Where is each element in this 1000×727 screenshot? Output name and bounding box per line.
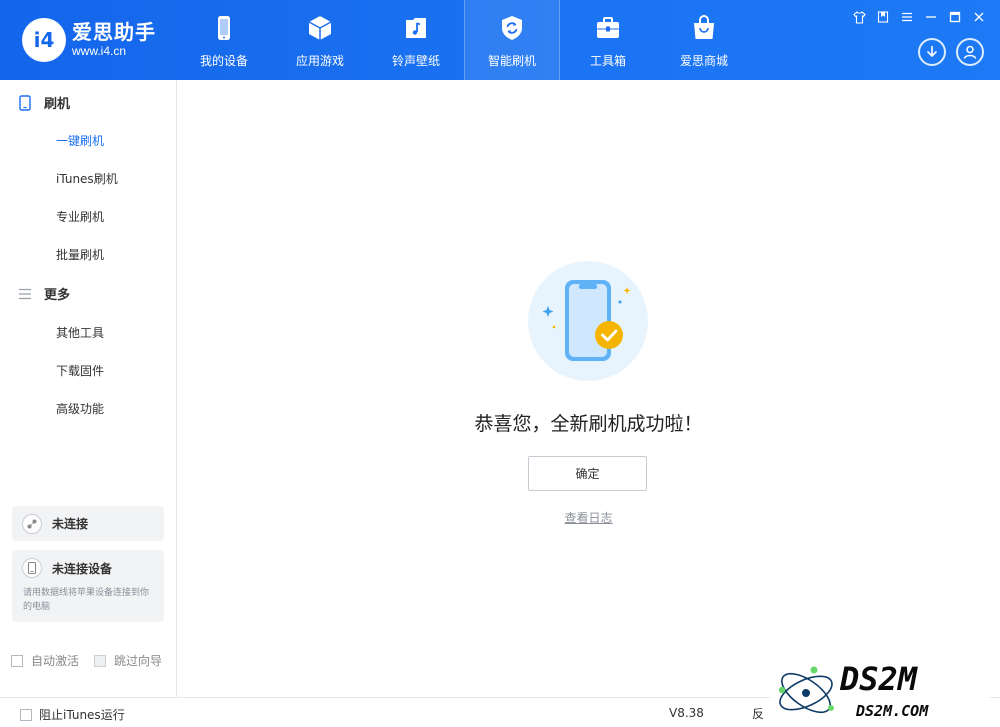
block-itunes-label: 阻止iTunes运行 <box>39 708 125 722</box>
minimize-icon[interactable] <box>922 8 940 26</box>
sidebar-item-one-click-flash[interactable]: 一键刷机 <box>56 132 104 149</box>
user-icon[interactable] <box>956 38 984 66</box>
device-icon <box>22 558 42 578</box>
connection-status: 未连接 <box>52 517 89 531</box>
phone-outline-icon <box>19 94 31 111</box>
auto-activate-label: 自动激活 <box>31 654 80 668</box>
maximize-icon[interactable] <box>946 8 964 26</box>
ds2m-watermark-logo: DS2M DS2M.COM <box>770 656 990 724</box>
nav-label: 工具箱 <box>589 54 626 68</box>
main-panel: 恭喜您，全新刷机成功啦！ 确定 查看日志 <box>177 80 1000 697</box>
sidebar-item-advanced[interactable]: 高级功能 <box>56 400 104 417</box>
nav-label: 应用游戏 <box>295 54 344 68</box>
sidebar-item-itunes-flash[interactable]: iTunes刷机 <box>56 170 118 187</box>
block-itunes-checkbox[interactable]: 阻止iTunes运行 <box>20 706 125 723</box>
device-status: 未连接设备 <box>52 561 113 576</box>
header-actions <box>918 38 984 66</box>
phone-success-icon <box>542 280 631 361</box>
refresh-shield-icon <box>502 16 522 40</box>
download-icon[interactable] <box>918 38 946 66</box>
cube-icon <box>308 16 332 40</box>
watermark-brand: DS2M <box>839 660 919 698</box>
window-controls <box>850 8 988 26</box>
top-bar: i4 爱思助手 www.i4.cn 我的设备 应用游戏 铃声壁纸 智能刷机 工具… <box>0 0 1000 80</box>
skip-guide-label: 跳过向导 <box>114 654 163 668</box>
nav-smart-flash[interactable]: 智能刷机 <box>464 0 560 80</box>
checkbox-box <box>20 708 32 721</box>
nav-apps-games[interactable]: 应用游戏 <box>272 0 368 80</box>
bookmark-icon[interactable] <box>874 8 892 26</box>
nav-label: 智能刷机 <box>487 54 536 68</box>
footer-truncated-text[interactable]: 反 <box>752 705 764 722</box>
shopping-bag-icon <box>694 15 714 39</box>
app-logo: i4 爱思助手 www.i4.cn <box>22 18 156 62</box>
app-name: 爱思助手 <box>72 20 156 44</box>
checkbox-box <box>94 654 106 667</box>
watermark-domain: DS2M.COM <box>855 702 929 720</box>
phone-icon <box>218 16 230 40</box>
logo-mark: i4 <box>22 18 66 62</box>
nav-my-device[interactable]: 我的设备 <box>176 0 272 80</box>
sidebar-item-download-firmware[interactable]: 下载固件 <box>56 362 104 379</box>
device-status-card: 未连接设备 请用数据线将苹果设备连接到你的电脑 <box>12 550 164 622</box>
nav-label: 爱思商城 <box>679 54 728 68</box>
checkbox-box <box>11 654 23 667</box>
disconnected-icon <box>22 513 42 534</box>
nav-toolbox[interactable]: 工具箱 <box>560 0 656 80</box>
music-file-icon <box>406 18 426 38</box>
sidebar-section-more[interactable]: 更多 <box>18 284 70 303</box>
sidebar-item-pro-flash[interactable]: 专业刷机 <box>56 208 104 225</box>
sidebar: 刷机 一键刷机 iTunes刷机 专业刷机 批量刷机 更多 其他工具 下载固件 … <box>0 80 177 697</box>
shirt-icon[interactable] <box>850 8 868 26</box>
confirm-button[interactable]: 确定 <box>528 456 647 491</box>
device-status-hint: 请用数据线将苹果设备连接到你的电脑 <box>23 588 150 612</box>
nav-store[interactable]: 爱思商城 <box>656 0 752 80</box>
close-icon[interactable] <box>970 8 988 26</box>
app-url: www.i4.cn <box>72 44 127 58</box>
view-log-link[interactable]: 查看日志 <box>177 509 1000 526</box>
connection-status-card: 未连接 <box>12 506 164 541</box>
list-icon[interactable] <box>898 8 916 26</box>
toolbox-icon <box>597 17 619 38</box>
sidebar-section-label: 更多 <box>44 288 71 303</box>
success-illustration <box>528 261 648 381</box>
menu-icon <box>19 288 31 299</box>
version-label: V8.38 <box>669 706 704 720</box>
main-nav: 我的设备 应用游戏 铃声壁纸 智能刷机 工具箱 爱思商城 <box>176 0 752 80</box>
sidebar-item-batch-flash[interactable]: 批量刷机 <box>56 246 104 263</box>
success-message: 恭喜您，全新刷机成功啦！ <box>474 413 703 435</box>
sidebar-item-other-tools[interactable]: 其他工具 <box>56 324 104 341</box>
skip-guide-checkbox[interactable]: 跳过向导 <box>94 652 162 669</box>
nav-ringtones[interactable]: 铃声壁纸 <box>368 0 464 80</box>
nav-label: 铃声壁纸 <box>391 54 440 68</box>
nav-label: 我的设备 <box>199 54 248 68</box>
auto-activate-checkbox[interactable]: 自动激活 <box>11 652 79 669</box>
sidebar-section-label: 刷机 <box>44 97 71 112</box>
sidebar-section-flash[interactable]: 刷机 <box>18 93 70 112</box>
